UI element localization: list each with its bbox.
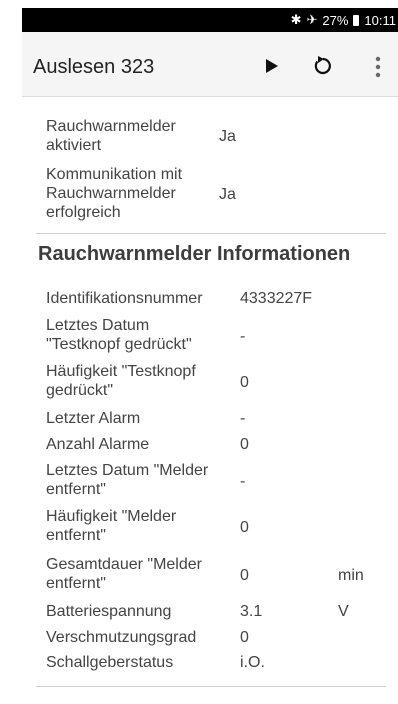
clock: 10:11 xyxy=(364,12,396,28)
status-bar: ✱ ✈ 27% 10:11 xyxy=(22,8,398,32)
row-label: Letztes Datum "Melder entfernt" xyxy=(46,462,209,498)
app-bar: Auslesen 323 xyxy=(22,32,398,97)
row-value: 0 xyxy=(240,374,249,391)
play-icon xyxy=(266,59,278,73)
play-button[interactable] xyxy=(262,55,282,77)
row-value: - xyxy=(240,473,246,490)
row-label: Gesamtdauer "Melder entfernt" xyxy=(46,556,202,592)
refresh-icon xyxy=(314,56,331,75)
refresh-button[interactable] xyxy=(308,52,336,80)
row-value: 0 xyxy=(240,436,249,453)
more-options-button[interactable] xyxy=(368,54,388,80)
row-value: 0 xyxy=(240,629,249,646)
divider xyxy=(36,686,386,687)
battery-percent: 27% xyxy=(322,12,349,28)
row-label: Anzahl Alarme xyxy=(46,436,150,453)
row-label: Kommunikation mit Rauchwarnmelder erfolg… xyxy=(46,166,183,221)
section-heading: Rauchwarnmelder Informationen xyxy=(38,243,351,265)
page-title: Auslesen 323 xyxy=(33,56,155,78)
row-unit: min xyxy=(338,567,364,584)
row-value: - xyxy=(240,410,246,427)
row-value: - xyxy=(240,328,246,345)
row-value: 0 xyxy=(240,519,249,536)
row-label: Schallgeberstatus xyxy=(46,654,174,671)
row-label: Rauchwarnmelder aktiviert xyxy=(46,118,176,154)
more-vert-icon xyxy=(375,56,381,78)
row-value: Ja xyxy=(219,128,236,145)
row-value: i.O. xyxy=(240,654,265,671)
row-value: 3.1 xyxy=(240,603,263,620)
row-unit: V xyxy=(338,603,349,620)
row-label: Häufigkeit "Testknopf gedrückt" xyxy=(46,363,196,399)
row-label: Häufigkeit "Melder entfernt" xyxy=(46,508,177,544)
row-value: 0 xyxy=(240,567,249,584)
row-label: Verschmutzungsgrad xyxy=(46,629,197,646)
row-value: Ja xyxy=(219,186,236,203)
battery-icon xyxy=(353,14,360,26)
row-value: 4333227F xyxy=(240,290,313,307)
airplane-icon: ✈ xyxy=(306,12,318,27)
row-label: Letzter Alarm xyxy=(46,410,141,427)
row-label: Batteriespannung xyxy=(46,603,172,620)
bluetooth-icon: ✱ xyxy=(290,12,302,27)
row-label: Letztes Datum "Testknopf gedrückt" xyxy=(46,317,192,353)
divider xyxy=(36,233,386,234)
row-label: Identifikationsnummer xyxy=(46,290,203,307)
